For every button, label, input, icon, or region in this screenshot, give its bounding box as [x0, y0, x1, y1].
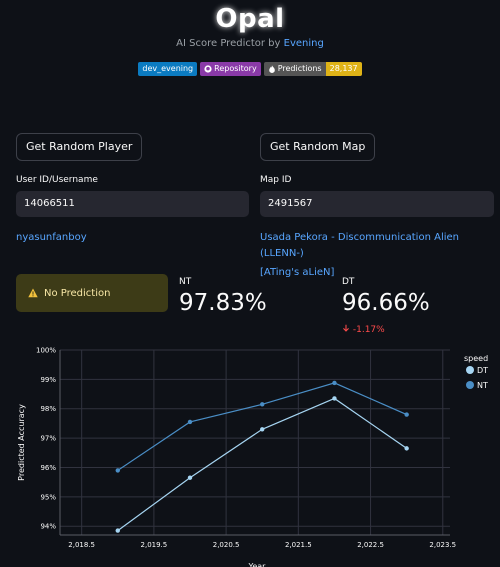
data-point-nt [404, 412, 409, 417]
accuracy-chart: 2,018.5 2,019.5 2,020.5 2,021.5 2,022.5 2,023… [17, 347, 488, 567]
author-link[interactable]: Evening [284, 38, 324, 49]
map-id-input[interactable]: 2491567 [260, 191, 494, 217]
series-line-dt [117, 397, 408, 532]
flame-icon [268, 65, 275, 73]
y-tick-label: 100% [36, 347, 56, 355]
nt-metric-label: NT [179, 277, 192, 287]
beatmap-link[interactable]: Usada Pekora - Discommunication Alien (L… [260, 230, 500, 281]
author-badge[interactable]: dev_evening [138, 62, 198, 76]
data-point-nt [260, 402, 265, 407]
legend-label-dt: DT [477, 366, 488, 375]
data-point-nt [115, 468, 120, 473]
data-point-nt [332, 380, 337, 386]
player-profile-link[interactable]: nyasunfanboy [16, 230, 87, 246]
app-subtitle: AI Score Predictor by Evening [0, 38, 500, 49]
data-point-dt [260, 427, 265, 432]
arrow-down-icon [343, 324, 349, 332]
repository-badge[interactable]: Repository [200, 62, 261, 76]
data-point-dt [187, 475, 193, 480]
legend-label-nt: NT [477, 381, 488, 390]
y-tick-label: 99% [40, 376, 56, 384]
no-prediction-alert: No Prediction [16, 274, 168, 312]
x-tick-label: 2,018.5 [68, 541, 95, 549]
beatmap-title: Usada Pekora - Discommunication Alien (L… [260, 232, 459, 259]
warning-icon [28, 288, 38, 298]
y-tick-label: 94% [40, 523, 56, 531]
dt-metric-delta: -1.17% [342, 324, 385, 335]
dt-metric-value: 96.66% [342, 290, 430, 316]
legend-title: speed [464, 354, 488, 363]
y-tick-label: 98% [40, 405, 56, 413]
x-tick-label: 2,019.5 [141, 541, 168, 549]
dt-metric-label: DT [342, 277, 355, 287]
x-tick-label: 2,023.5 [429, 541, 456, 549]
y-tick-label: 95% [40, 493, 56, 501]
x-tick-label: 2,020.5 [213, 541, 240, 549]
x-tick-label: 2,022.5 [357, 541, 384, 549]
beatmap-difficulty: [ATing's aLieN] [260, 267, 335, 278]
user-id-label: User ID/Username [16, 175, 98, 185]
get-random-player-button[interactable]: Get Random Player [16, 133, 143, 161]
get-random-map-button[interactable]: Get Random Map [260, 133, 376, 161]
data-point-dt [404, 446, 409, 451]
app-title: Opal [215, 4, 285, 34]
y-tick-label: 97% [40, 435, 56, 443]
y-tick-label: 96% [40, 464, 56, 472]
series-line-nt [117, 382, 407, 471]
y-axis-title: Predicted Accuracy [17, 404, 26, 481]
badge-row: dev_evening Repository Predictions 28,13… [0, 62, 500, 76]
x-tick-label: 2,021.5 [285, 541, 312, 549]
x-axis-title: Year [248, 562, 267, 567]
user-id-input[interactable]: 14066511 [16, 191, 249, 217]
github-icon [204, 65, 212, 73]
data-point-dt [115, 528, 120, 533]
legend-swatch-nt [466, 381, 474, 389]
legend-swatch-dt [466, 366, 474, 374]
predictions-count: 28,137 [325, 62, 362, 76]
alert-text: No Prediction [44, 287, 111, 299]
map-id-label: Map ID [260, 175, 292, 185]
data-point-nt [187, 419, 193, 425]
predictions-badge[interactable]: Predictions 28,137 [263, 62, 362, 76]
data-point-dt [332, 396, 337, 401]
subtitle-text: AI Score Predictor by [176, 38, 284, 49]
nt-metric-value: 97.83% [179, 290, 267, 316]
